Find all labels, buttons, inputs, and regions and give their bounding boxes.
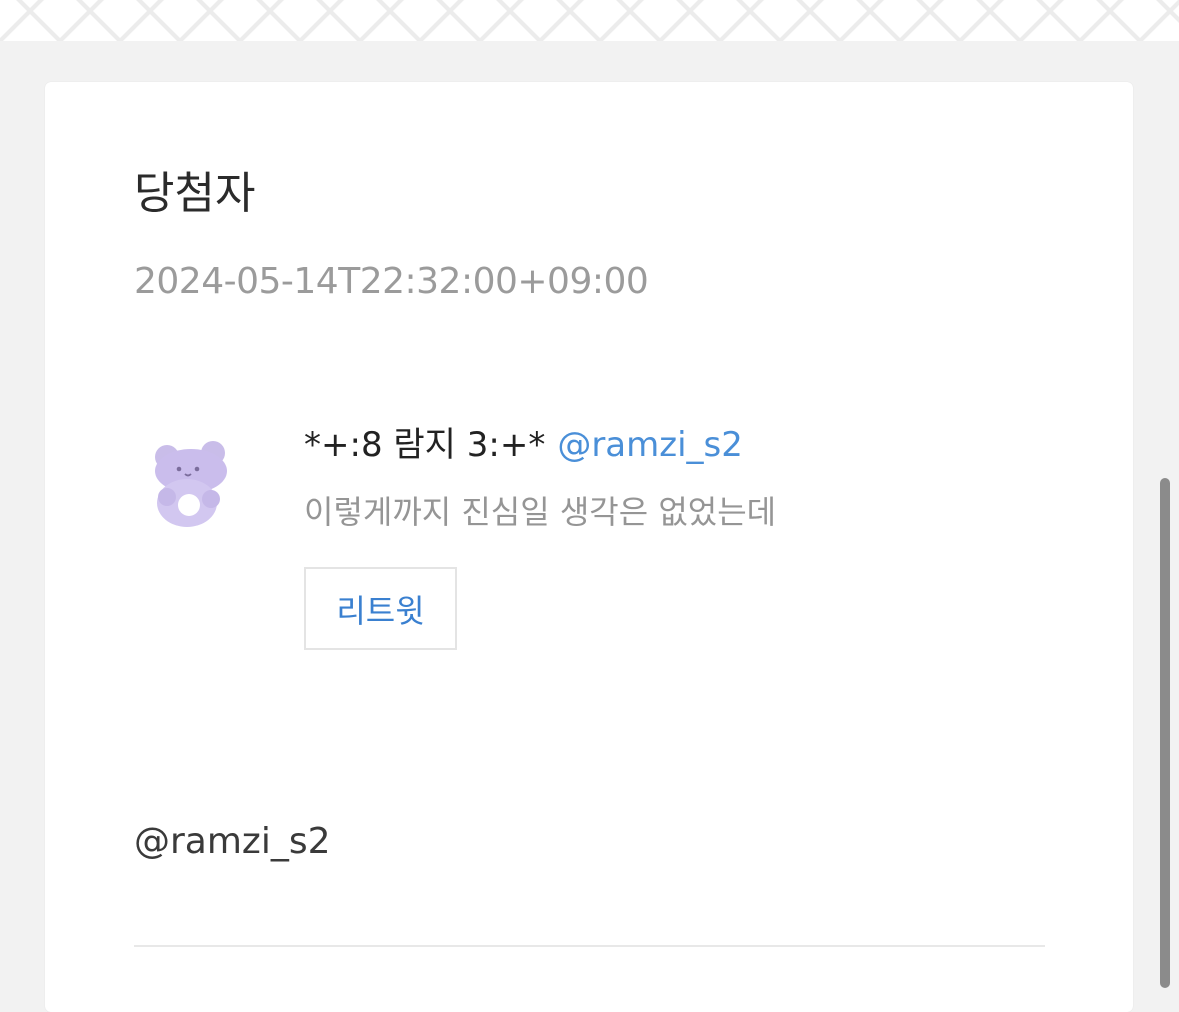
author-handle-link[interactable]: @ramzi_s2 bbox=[557, 425, 743, 465]
scrollbar-thumb[interactable] bbox=[1160, 478, 1170, 988]
post-timestamp: 2024-05-14T22:32:00+09:00 bbox=[134, 261, 649, 302]
page-title: 당첨자 bbox=[134, 168, 256, 219]
author-display-name[interactable]: *+:8 람지 3:+* bbox=[304, 425, 545, 465]
retweet-button[interactable]: 리트윗 bbox=[304, 567, 457, 650]
section-divider bbox=[134, 945, 1045, 947]
tweet-author: *+:8 람지 3:+* @ramzi_s2 bbox=[304, 420, 743, 470]
tweet-text: 이렇게까지 진심일 생각은 없었는데 bbox=[304, 493, 777, 531]
header-pattern-strip bbox=[0, 0, 1179, 41]
winner-card: 당첨자 2024-05-14T22:32:00+09:00 *+:8 람지 3:… bbox=[45, 82, 1133, 1012]
hamster-avatar-icon[interactable] bbox=[139, 427, 247, 535]
winner-handle: @ramzi_s2 bbox=[134, 821, 331, 862]
